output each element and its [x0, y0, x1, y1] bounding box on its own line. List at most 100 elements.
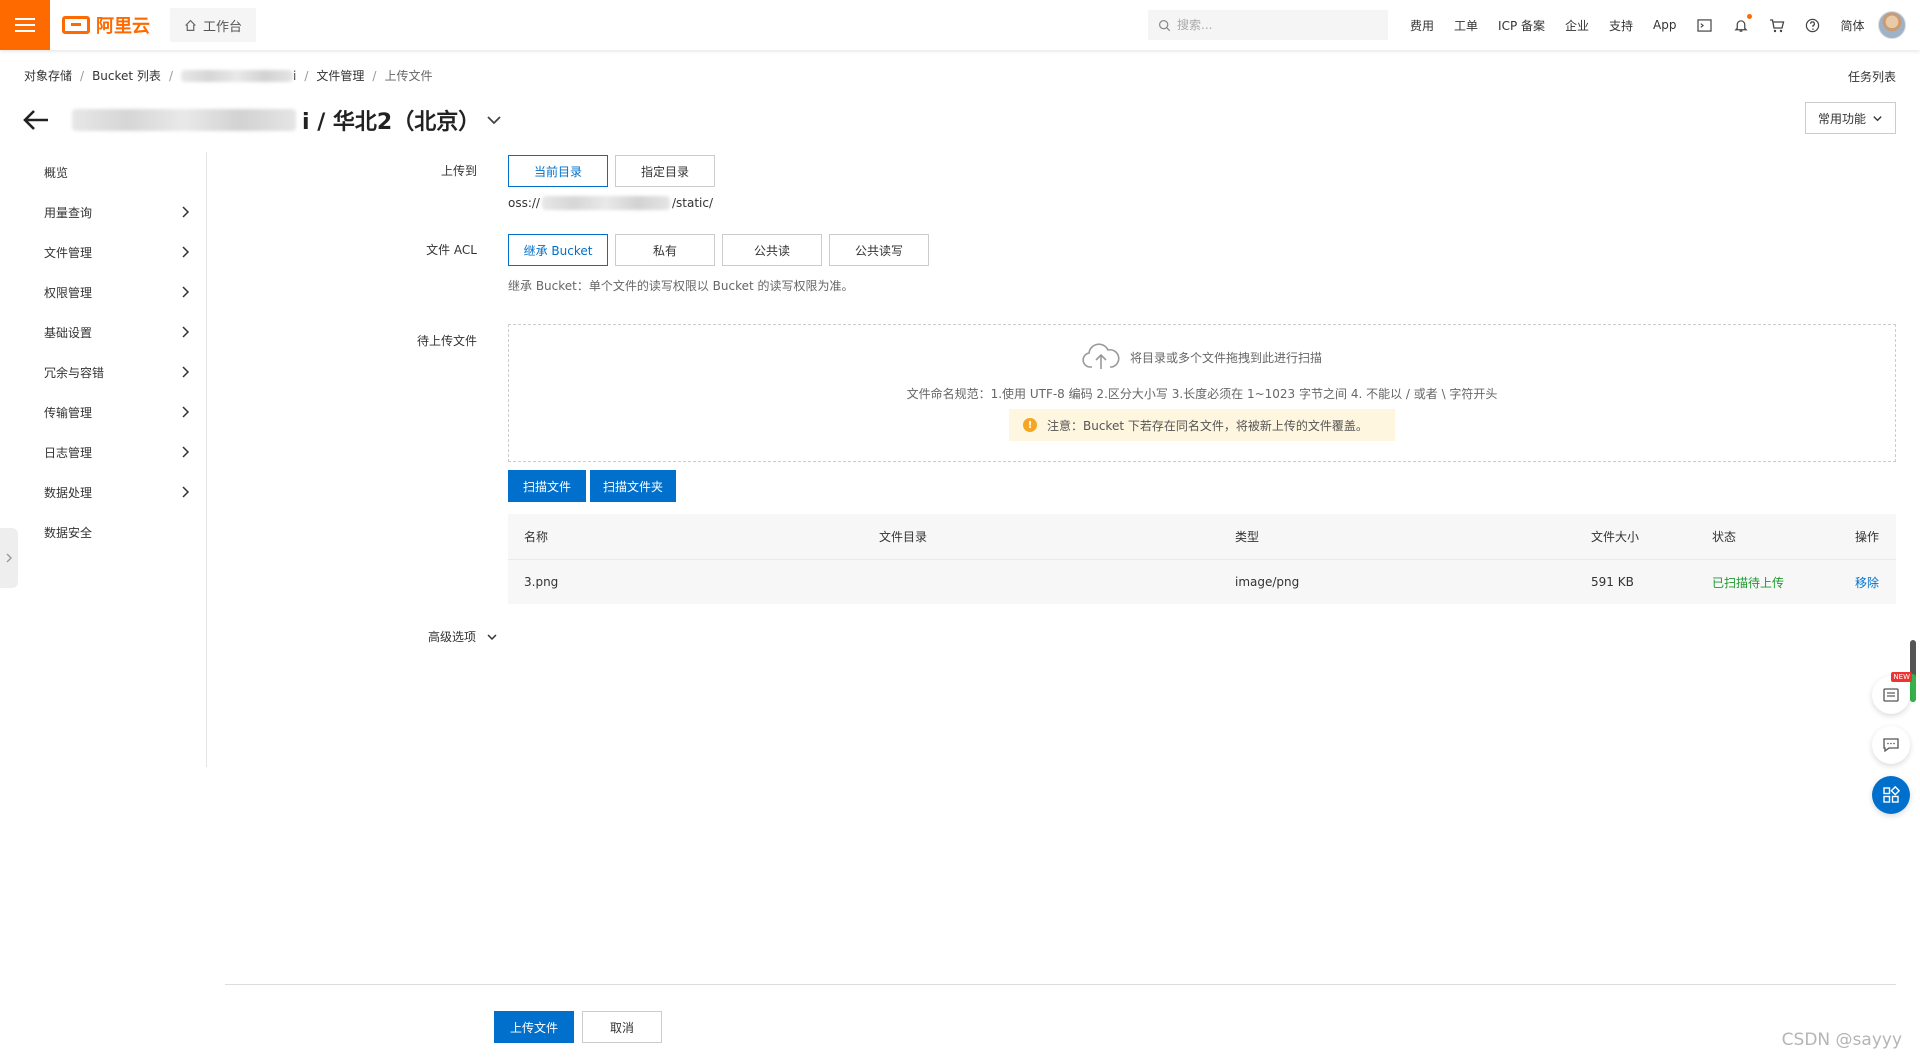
acl-inherit-option[interactable]: 继承 Bucket: [508, 234, 608, 266]
sidebar-item-label: 基础设置: [44, 325, 93, 340]
watermark: CSDN @sayyy: [1781, 1030, 1902, 1050]
sidebar-item-basic-settings[interactable]: 基础设置: [0, 312, 206, 352]
redacted-bucket-name: [180, 70, 293, 82]
scan-folder-button[interactable]: 扫描文件夹: [590, 470, 676, 502]
overwrite-warning: ! 注意：Bucket 下若存在同名文件，将被新上传的文件覆盖。: [1009, 409, 1395, 441]
sidebar-item-label: 冗余与容错: [44, 365, 105, 380]
overwrite-warning-text: 注意：Bucket 下若存在同名文件，将被新上传的文件覆盖。: [1047, 418, 1368, 433]
table-header: 名称 文件目录 类型 文件大小 状态 操作: [508, 514, 1896, 560]
top-nav: 费用 工单 ICP 备案 企业 支持 App 简体: [1410, 0, 1865, 50]
upload-file-button[interactable]: 上传文件: [494, 1011, 574, 1043]
logo-mark-icon: [62, 16, 90, 34]
cancel-button[interactable]: 取消: [582, 1011, 662, 1043]
sidebar-item-label: 文件管理: [44, 245, 93, 260]
breadcrumb-bucket-name[interactable]: i: [180, 69, 296, 83]
table-row: 3.png image/png 591 KB 已扫描待上传 移除: [508, 560, 1896, 604]
acl-public-read-option[interactable]: 公共读: [722, 234, 822, 266]
acl-public-read-write-option[interactable]: 公共读写: [829, 234, 929, 266]
chevron-right-icon: [182, 366, 190, 378]
chevron-down-icon: [487, 633, 497, 640]
pending-files-table: 名称 文件目录 类型 文件大小 状态 操作 3.png image/png 59…: [508, 514, 1896, 604]
search-icon: [1159, 19, 1171, 31]
scan-files-button[interactable]: 扫描文件: [508, 470, 586, 502]
sidebar: 概览 用量查询 文件管理 权限管理 基础设置 冗余与容错 传输管理 日志管理 数…: [0, 152, 207, 767]
sidebar-item-label: 权限管理: [44, 285, 93, 300]
sidebar-item-logs[interactable]: 日志管理: [0, 432, 206, 472]
apps-float-button[interactable]: [1872, 776, 1910, 814]
sidebar-item-label: 数据安全: [44, 525, 93, 540]
acl-private-option[interactable]: 私有: [615, 234, 715, 266]
task-list-link[interactable]: 任务列表: [1848, 68, 1896, 85]
upload-path: oss:// /static/: [508, 196, 713, 210]
upload-path-prefix: oss://: [508, 196, 540, 210]
drop-zone-prompt: 将目录或多个文件拖拽到此进行扫描: [509, 343, 1895, 371]
language-switch[interactable]: 简体: [1841, 17, 1865, 34]
warning-icon: !: [1023, 418, 1037, 432]
redacted-path: [541, 196, 670, 210]
sidebar-item-overview[interactable]: 概览: [0, 152, 206, 192]
chevron-right-icon: [182, 486, 190, 498]
remove-file-link[interactable]: 移除: [1855, 560, 1879, 604]
aliyun-logo[interactable]: 阿里云: [62, 12, 150, 38]
workbench-label: 工作台: [203, 19, 243, 35]
workbench-button[interactable]: 工作台: [170, 8, 257, 42]
back-arrow-icon[interactable]: [22, 108, 50, 132]
chevron-right-icon: [182, 206, 190, 218]
file-type: image/png: [1235, 575, 1300, 589]
file-status: 已扫描待上传: [1712, 575, 1785, 590]
search-box[interactable]: [1148, 10, 1388, 40]
logo-text: 阿里云: [96, 16, 150, 37]
upload-path-suffix: /static/: [671, 196, 714, 210]
bell-icon[interactable]: [1733, 14, 1752, 33]
chevron-right-icon: [182, 246, 190, 258]
terminal-icon[interactable]: [1697, 17, 1713, 33]
sidebar-item-redundancy[interactable]: 冗余与容错: [0, 352, 206, 392]
sidebar-item-label: 传输管理: [44, 405, 93, 420]
cart-icon[interactable]: [1769, 17, 1785, 33]
feedback-float-button[interactable]: [1872, 726, 1910, 764]
common-functions-button[interactable]: 常用功能: [1804, 102, 1896, 134]
advanced-options-label: 高级选项: [428, 630, 477, 644]
sidebar-item-permissions[interactable]: 权限管理: [0, 272, 206, 312]
col-name: 名称: [524, 530, 549, 544]
chevron-right-icon: [182, 286, 190, 298]
sidebar-item-label: 用量查询: [44, 205, 93, 220]
scroll-indicator[interactable]: [1910, 640, 1916, 702]
news-float-button[interactable]: NEW: [1872, 672, 1912, 714]
breadcrumb-bucket-list[interactable]: Bucket 列表: [92, 67, 161, 84]
user-avatar[interactable]: [1878, 11, 1906, 39]
chevron-right-icon: [182, 326, 190, 338]
footer-divider: [225, 984, 1896, 985]
breadcrumb-separator: /: [168, 68, 173, 83]
drop-zone-text: 将目录或多个文件拖拽到此进行扫描: [1129, 350, 1322, 365]
col-type: 类型: [1235, 530, 1260, 544]
breadcrumb-oss[interactable]: 对象存储: [24, 67, 72, 84]
nav-ticket[interactable]: 工单: [1454, 17, 1478, 34]
menu-icon[interactable]: [0, 0, 50, 50]
file-name: 3.png: [524, 575, 559, 589]
breadcrumb-file-management[interactable]: 文件管理: [316, 67, 364, 84]
sidebar-item-data-security[interactable]: 数据安全: [0, 512, 206, 552]
nav-icp[interactable]: ICP 备案: [1498, 17, 1545, 34]
nav-app[interactable]: App: [1653, 18, 1676, 32]
chevron-down-icon[interactable]: [484, 110, 504, 130]
nav-enterprise[interactable]: 企业: [1565, 17, 1589, 34]
help-icon[interactable]: [1805, 17, 1821, 33]
nav-billing[interactable]: 费用: [1410, 17, 1434, 34]
sidebar-item-files[interactable]: 文件管理: [0, 232, 206, 272]
top-bar: 阿里云 工作台 费用 工单 ICP 备案 企业 支持 App 简体: [0, 0, 1920, 50]
search-input[interactable]: [1177, 18, 1377, 32]
sidebar-item-transfer[interactable]: 传输管理: [0, 392, 206, 432]
cloud-upload-icon: [1082, 343, 1120, 369]
current-directory-option[interactable]: 当前目录: [508, 155, 608, 187]
sidebar-collapse-handle[interactable]: [0, 528, 18, 588]
advanced-options-toggle[interactable]: 高级选项: [428, 628, 498, 645]
sidebar-item-label: 概览: [44, 165, 69, 180]
specified-directory-option[interactable]: 指定目录: [615, 155, 715, 187]
file-drop-zone[interactable]: 将目录或多个文件拖拽到此进行扫描 文件命名规范：1.使用 UTF-8 编码 2.…: [508, 324, 1896, 462]
nav-support[interactable]: 支持: [1609, 17, 1633, 34]
sidebar-item-data-processing[interactable]: 数据处理: [0, 472, 206, 512]
sidebar-item-usage[interactable]: 用量查询: [0, 192, 206, 232]
pending-files-label: 待上传文件: [416, 334, 477, 348]
sidebar-item-label: 数据处理: [44, 485, 93, 500]
